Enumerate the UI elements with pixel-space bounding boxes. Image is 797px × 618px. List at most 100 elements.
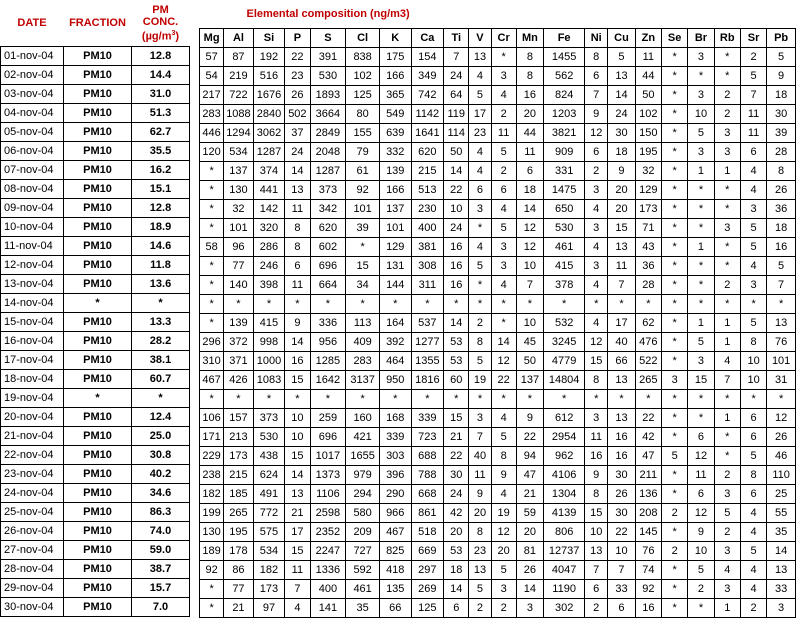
value-ti: 15: [443, 408, 470, 428]
value-br: *: [687, 66, 715, 86]
value-k: 392: [378, 332, 412, 352]
value-cl: 580: [345, 503, 380, 523]
pm-concentration: 13.3: [131, 312, 190, 332]
value-ti: 22: [443, 180, 470, 200]
value-k: 950: [378, 370, 412, 390]
element-header-v: V: [468, 28, 492, 48]
composition-row: 217 722 1676 26 1893 125 365 742 64 5 4 16 824 7 14 50 *…: [198, 85, 796, 105]
value-p: *: [284, 294, 311, 314]
value-al: 157: [223, 408, 254, 428]
pm-concentration: 14.4: [131, 65, 190, 85]
value-k: *: [378, 294, 412, 314]
value-zn: 145: [634, 522, 662, 542]
value-br: 5: [687, 560, 715, 580]
value-pb: 39: [766, 123, 796, 143]
value-al: *: [223, 389, 254, 409]
value-ca: 1355: [410, 351, 445, 371]
value-br: 5: [687, 123, 715, 143]
value-si: 491: [252, 484, 286, 504]
value-mg: 57: [198, 47, 225, 67]
value-fe: 2954: [543, 427, 586, 447]
value-mg: *: [198, 598, 225, 618]
sample-fraction: PM10: [63, 141, 132, 161]
value-si: 530: [252, 427, 286, 447]
sample-fraction: PM10: [63, 407, 132, 427]
sample-row: 17-nov-04 PM10 38.1: [0, 350, 190, 370]
value-si: 772: [252, 503, 286, 523]
value-ti: 53: [443, 351, 470, 371]
value-cu: 40: [607, 332, 636, 352]
pm-concentration: 7.0: [131, 597, 190, 617]
sample-date: 01-nov-04: [0, 46, 64, 66]
value-cr: 19: [490, 503, 517, 523]
value-mg: 130: [198, 522, 225, 542]
value-rb: 3: [713, 541, 741, 561]
value-cl: 1655: [345, 446, 380, 466]
element-header-pb: Pb: [766, 28, 796, 48]
value-se: 2: [660, 503, 689, 523]
value-sr: 4: [739, 161, 768, 181]
value-pb: 28: [766, 142, 796, 162]
value-se: *: [660, 427, 689, 447]
value-al: 722: [223, 85, 254, 105]
pm-concentration: 51.3: [131, 103, 190, 123]
value-s: 620: [309, 218, 347, 238]
value-al: 213: [223, 427, 254, 447]
value-cr: 5: [490, 142, 517, 162]
value-fe: 4139: [543, 503, 586, 523]
value-fe: 1455: [543, 47, 586, 67]
value-pb: 26: [766, 180, 796, 200]
value-ca: 1142: [410, 104, 445, 124]
element-header-cr: Cr: [490, 28, 517, 48]
value-ti: 14: [443, 161, 470, 181]
value-ni: 9: [584, 104, 609, 124]
value-mn: 45: [515, 332, 545, 352]
value-ni: 10: [584, 522, 609, 542]
composition-row: 238 215 624 14 1373 979 396 788 30 11 9 47 4106 9 30 21…: [198, 465, 796, 485]
value-p: 17: [284, 522, 311, 542]
value-mn: 6: [515, 161, 545, 181]
composition-row: 92 86 182 11 1336 592 418 297 18 13 5 26 4047 7 7 74 * 5 4…: [198, 560, 796, 580]
value-se: *: [660, 408, 689, 428]
value-fe: 824: [543, 85, 586, 105]
value-sr: 2: [739, 598, 768, 618]
sample-date: 15-nov-04: [0, 312, 64, 332]
value-zn: 265: [634, 370, 662, 390]
sample-date: 28-nov-04: [0, 559, 64, 579]
value-fe: 4106: [543, 465, 586, 485]
value-k: 175: [378, 47, 412, 67]
value-si: 1676: [252, 85, 286, 105]
value-mn: 7: [515, 275, 545, 295]
value-zn: *: [634, 294, 662, 314]
sample-fraction: PM10: [63, 46, 132, 66]
value-ca: 125: [410, 598, 445, 618]
value-cr: 11: [490, 123, 517, 143]
value-br: *: [687, 275, 715, 295]
sample-date: 24-nov-04: [0, 483, 64, 503]
value-cr: 4: [490, 275, 517, 295]
composition-table: Elemental composition (ng/m3) Mg Al Si P S Cl…: [198, 0, 796, 618]
value-si: 142: [252, 199, 286, 219]
value-mg: 182: [198, 484, 225, 504]
value-ti: 16: [443, 275, 470, 295]
value-mn: *: [515, 294, 545, 314]
value-cr: 2: [490, 161, 517, 181]
value-al: 185: [223, 484, 254, 504]
sample-date: 21-nov-04: [0, 426, 64, 446]
value-cl: 101: [345, 199, 380, 219]
sample-fraction: PM10: [63, 426, 132, 446]
value-zn: 42: [634, 427, 662, 447]
value-si: 246: [252, 256, 286, 276]
value-ti: 42: [443, 503, 470, 523]
sample-date: 06-nov-04: [0, 141, 64, 161]
value-cr: 3: [490, 256, 517, 276]
value-se: *: [660, 218, 689, 238]
pm-concentration: 30.8: [131, 445, 190, 465]
value-k: 396: [378, 465, 412, 485]
value-fe: 562: [543, 66, 586, 86]
value-se: 3: [660, 370, 689, 390]
value-ca: 688: [410, 446, 445, 466]
value-se: *: [660, 161, 689, 181]
value-s: 696: [309, 256, 347, 276]
value-p: 8: [284, 218, 311, 238]
